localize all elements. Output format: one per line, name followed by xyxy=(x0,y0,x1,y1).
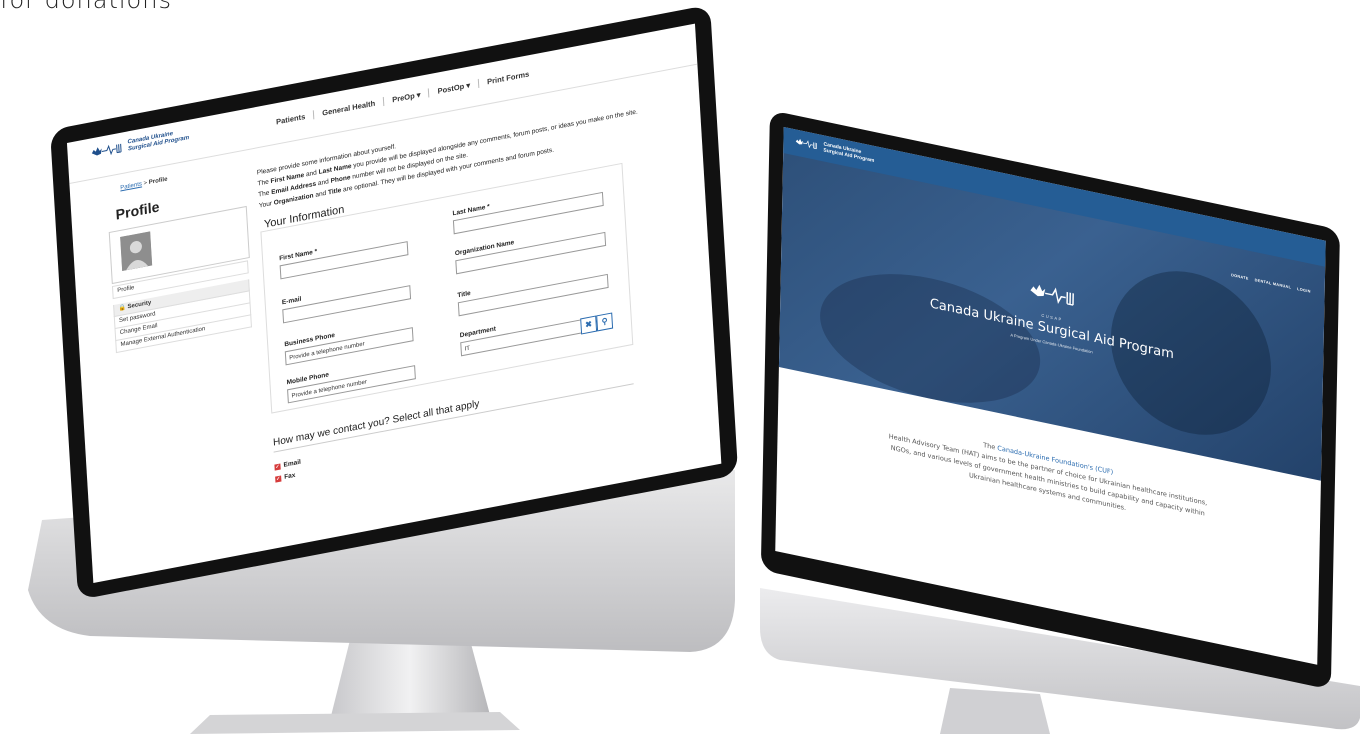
contact-option-email-label: Email xyxy=(283,458,302,469)
hero-banner: Canada Ukraine Surgical Aid Program DONA… xyxy=(778,126,1326,481)
nav-dental-manual[interactable]: DENTAL MANUAL xyxy=(1255,278,1292,290)
checkbox-checked-icon[interactable]: ✓ xyxy=(275,474,282,483)
nav-patients[interactable]: Patients xyxy=(267,110,315,128)
site-logo[interactable]: Canada Ukraine Surgical Aid Program xyxy=(793,135,874,164)
nav-print-forms[interactable]: Print Forms xyxy=(479,68,538,88)
nav-general-health[interactable]: General Health xyxy=(313,96,385,120)
nav-postop[interactable]: PostOp ▾ xyxy=(429,78,480,98)
lock-icon: 🔒 xyxy=(118,304,127,313)
first-name-field: First Name * xyxy=(279,231,409,280)
left-monitor: Canada Ukraine Surgical Aid Program Pati… xyxy=(0,0,740,734)
site-nav: DONATE DENTAL MANUAL LOGIN xyxy=(1231,273,1311,294)
breadcrumb: Patients > Profile xyxy=(120,176,168,191)
avatar-placeholder-icon[interactable] xyxy=(120,231,153,272)
right-bezel: Canada Ukraine Surgical Aid Program DONA… xyxy=(760,110,1340,690)
nav-preop[interactable]: PreOp ▾ xyxy=(383,88,430,106)
contact-option-email[interactable]: ✓ Email xyxy=(274,459,301,471)
clear-icon[interactable]: ✖ xyxy=(580,315,598,335)
maple-heartbeat-icon xyxy=(91,143,122,156)
about-pre: The xyxy=(983,440,998,452)
checkbox-checked-icon[interactable]: ✓ xyxy=(274,462,281,471)
contact-option-fax[interactable]: ✓ Fax xyxy=(275,472,296,483)
side-item-security-label: Security xyxy=(127,299,152,311)
maple-heartbeat-icon xyxy=(1030,284,1074,306)
left-display: Canada Ukraine Surgical Aid Program Pati… xyxy=(66,23,722,583)
search-icon[interactable]: ⚲ xyxy=(596,312,614,332)
right-display: Canada Ukraine Surgical Aid Program DONA… xyxy=(775,126,1326,665)
maple-heartbeat-icon xyxy=(795,138,817,150)
nav-login[interactable]: LOGIN xyxy=(1297,287,1311,294)
department-buttons: ✖ ⚲ xyxy=(580,312,614,335)
email-field: E-mail xyxy=(282,275,412,324)
cusap-logo[interactable]: Canada Ukraine Surgical Aid Program xyxy=(89,128,189,161)
right-monitor: Canada Ukraine Surgical Aid Program DONA… xyxy=(760,110,1364,734)
breadcrumb-current: Profile xyxy=(148,176,168,187)
page-title: Profile xyxy=(115,198,160,223)
breadcrumb-separator: > xyxy=(143,180,148,188)
breadcrumb-patients-link[interactable]: Patients xyxy=(120,181,142,191)
nav-donate[interactable]: DONATE xyxy=(1231,273,1249,281)
contact-option-fax-label: Fax xyxy=(284,471,296,481)
